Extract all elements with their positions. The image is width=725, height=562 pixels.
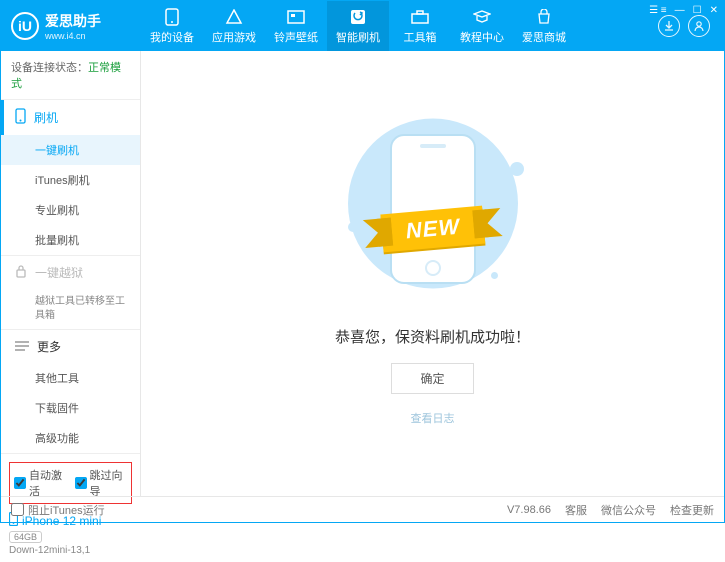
- download-icon[interactable]: [658, 15, 680, 37]
- app-window: ☰ ≡ — ☐ ✕ iU 爱思助手 www.i4.cn 我的设备 应用游戏 铃声…: [0, 0, 725, 523]
- flash-icon: [349, 8, 367, 26]
- chk-skip-guide[interactable]: 跳过向导: [75, 467, 128, 499]
- tutorial-icon: [473, 8, 491, 26]
- success-illustration: NEW: [338, 122, 528, 302]
- sidebar-item-download-firmware[interactable]: 下载固件: [1, 393, 140, 423]
- store-icon: [535, 8, 553, 26]
- success-message: 恭喜您，保资料刷机成功啦！: [335, 326, 530, 347]
- view-log-link[interactable]: 查看日志: [411, 410, 455, 426]
- sidebar-item-itunes-flash[interactable]: iTunes刷机: [1, 165, 140, 195]
- wechat-link[interactable]: 微信公众号: [601, 502, 656, 518]
- wallpaper-icon: [287, 8, 305, 26]
- window-controls: ☰ ≡ — ☐ ✕: [649, 5, 718, 16]
- lock-icon: [15, 264, 27, 281]
- logo: iU 爱思助手 www.i4.cn: [1, 11, 141, 41]
- app-name: 爱思助手: [45, 11, 101, 31]
- toolbox-icon: [411, 8, 429, 26]
- device-down: Down-12mini-13,1: [9, 545, 132, 556]
- section-jailbreak-head[interactable]: 一键越狱: [1, 256, 140, 289]
- section-flash: 刷机 一键刷机 iTunes刷机 专业刷机 批量刷机: [1, 99, 140, 255]
- support-link[interactable]: 客服: [565, 502, 587, 518]
- phone-icon: [163, 8, 181, 26]
- main-content: NEW 恭喜您，保资料刷机成功啦！ 确定 查看日志: [141, 51, 724, 496]
- version-label: V7.98.66: [507, 504, 551, 516]
- jailbreak-note: 越狱工具已转移至工具箱: [1, 289, 140, 329]
- sidebar-item-oneclick-flash[interactable]: 一键刷机: [1, 135, 140, 165]
- top-nav: 我的设备 应用游戏 铃声壁纸 智能刷机 工具箱 教程中心: [141, 1, 658, 51]
- titlebar: iU 爱思助手 www.i4.cn 我的设备 应用游戏 铃声壁纸 智能刷机: [1, 1, 724, 51]
- nav-apps-games[interactable]: 应用游戏: [203, 1, 265, 51]
- nav-ringtones-wallpaper[interactable]: 铃声壁纸: [265, 1, 327, 51]
- apps-icon: [225, 8, 243, 26]
- nav-tutorials[interactable]: 教程中心: [451, 1, 513, 51]
- section-jailbreak: 一键越狱 越狱工具已转移至工具箱: [1, 255, 140, 329]
- chk-block-itunes[interactable]: 阻止iTunes运行: [11, 502, 105, 518]
- close-icon[interactable]: ✕: [710, 5, 718, 16]
- storage-badge: 64GB: [9, 531, 42, 543]
- more-icon: [15, 340, 29, 354]
- section-more-head[interactable]: 更多: [1, 330, 140, 363]
- sidebar-item-batch-flash[interactable]: 批量刷机: [1, 225, 140, 255]
- sidebar-item-pro-flash[interactable]: 专业刷机: [1, 195, 140, 225]
- sidebar-item-advanced[interactable]: 高级功能: [1, 423, 140, 453]
- sidebar-item-other-tools[interactable]: 其他工具: [1, 363, 140, 393]
- connection-status: 设备连接状态：正常模式: [1, 51, 140, 99]
- section-more: 更多 其他工具 下载固件 高级功能: [1, 329, 140, 453]
- app-url: www.i4.cn: [45, 31, 101, 41]
- user-icon[interactable]: [688, 15, 710, 37]
- nav-my-device[interactable]: 我的设备: [141, 1, 203, 51]
- menu-icon[interactable]: ☰ ≡: [649, 5, 667, 16]
- user-icons: [658, 15, 724, 37]
- nav-store[interactable]: 爱思商城: [513, 1, 575, 51]
- logo-icon: iU: [11, 12, 39, 40]
- body: 设备连接状态：正常模式 刷机 一键刷机 iTunes刷机 专业刷机 批量刷机 一…: [1, 51, 724, 496]
- minimize-icon[interactable]: —: [675, 5, 685, 16]
- sidebar: 设备连接状态：正常模式 刷机 一键刷机 iTunes刷机 专业刷机 批量刷机 一…: [1, 51, 141, 496]
- new-ribbon: NEW: [380, 205, 485, 252]
- section-flash-head[interactable]: 刷机: [1, 100, 140, 135]
- nav-toolbox[interactable]: 工具箱: [389, 1, 451, 51]
- ok-button[interactable]: 确定: [391, 363, 473, 394]
- nav-smart-flash[interactable]: 智能刷机: [327, 1, 389, 51]
- chk-auto-activate[interactable]: 自动激活: [14, 467, 67, 499]
- check-update-link[interactable]: 检查更新: [670, 502, 714, 518]
- phone-icon: [15, 108, 26, 127]
- footer: 阻止iTunes运行 V7.98.66 客服 微信公众号 检查更新: [1, 496, 724, 522]
